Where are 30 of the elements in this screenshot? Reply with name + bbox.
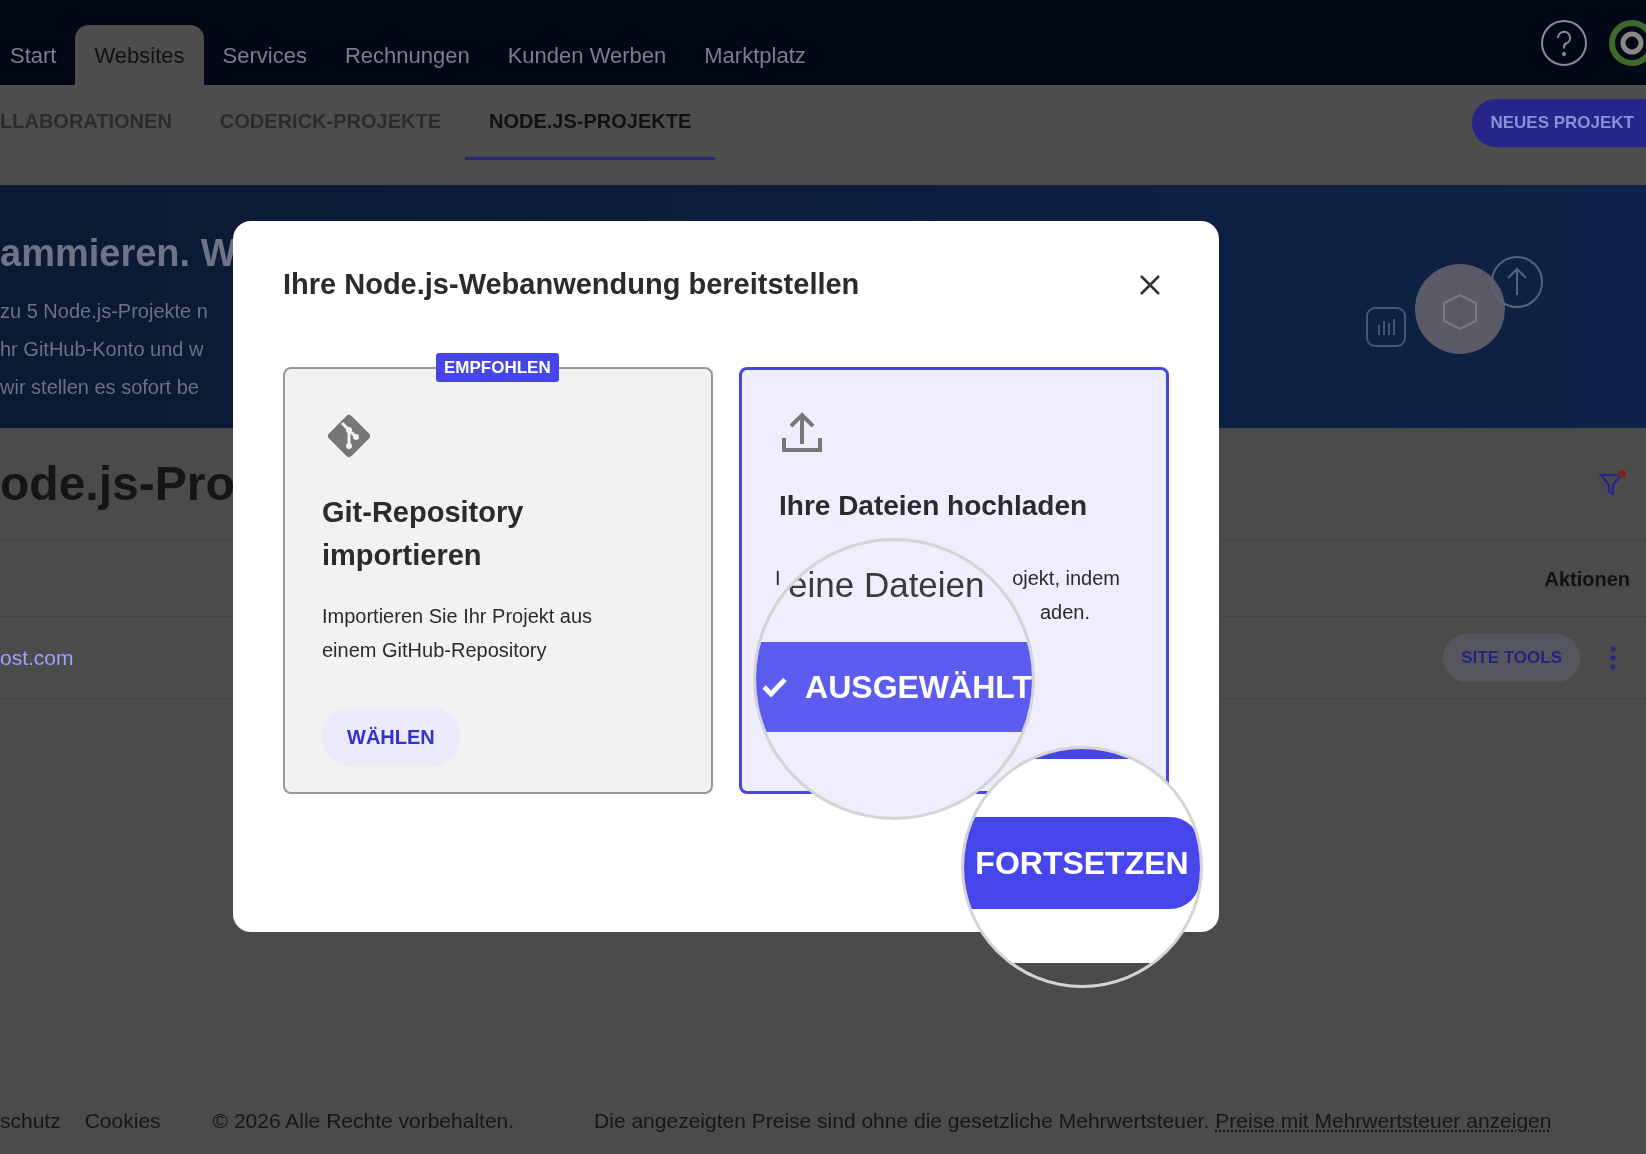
column-header: Aktionen bbox=[1544, 566, 1630, 592]
arrow-up-icon bbox=[1490, 255, 1544, 309]
close-icon bbox=[1139, 273, 1161, 296]
banner-text: hr GitHub-Konto und w bbox=[0, 337, 205, 362]
box-icon bbox=[1414, 263, 1506, 355]
nav-tab[interactable]: Kunden Werben bbox=[488, 25, 686, 85]
modal-title: Ihre Node.js-Webanwendung bereitstellen bbox=[283, 267, 860, 302]
nav-tab[interactable]: Services bbox=[203, 25, 326, 85]
chart-icon bbox=[1366, 307, 1406, 347]
choose-button[interactable]: WÄHLEN bbox=[322, 706, 460, 767]
selected-button[interactable]: AUSGEWÄHLT bbox=[756, 642, 1032, 732]
new-project-button[interactable]: NEUES PROJEKT bbox=[1472, 98, 1646, 147]
option-title: Git-Repository importieren bbox=[322, 494, 525, 573]
nav-tab[interactable]: Start bbox=[10, 25, 76, 85]
description-fragment: ojekt, indem bbox=[1012, 565, 1120, 591]
option-description: Importieren Sie Ihr Projekt aus einem GitHub-Repository bbox=[322, 603, 594, 663]
domain-link[interactable]: ost.com bbox=[0, 641, 74, 674]
description-fragment: aden. bbox=[1039, 599, 1090, 625]
recommended-badge: EMPFOHLEN bbox=[436, 352, 559, 382]
help-icon[interactable] bbox=[1540, 18, 1588, 67]
description-fragment: I bbox=[775, 565, 781, 591]
nav-tab[interactable]: Marktplatz bbox=[685, 25, 825, 85]
close-button[interactable] bbox=[1139, 273, 1161, 296]
nav-tab[interactable]: Rechnungen bbox=[325, 25, 489, 85]
option-title: Ihre Dateien hochladen bbox=[779, 488, 1089, 523]
banner-text: wir stellen es sofort be bbox=[0, 375, 200, 400]
banner-text: zu 5 Node.js-Projekte n bbox=[0, 299, 209, 324]
continue-button[interactable]: FORTSETZEN bbox=[964, 817, 1200, 909]
banner-heading: ammieren. W bbox=[0, 231, 237, 276]
logo-icon[interactable] bbox=[1608, 18, 1646, 67]
